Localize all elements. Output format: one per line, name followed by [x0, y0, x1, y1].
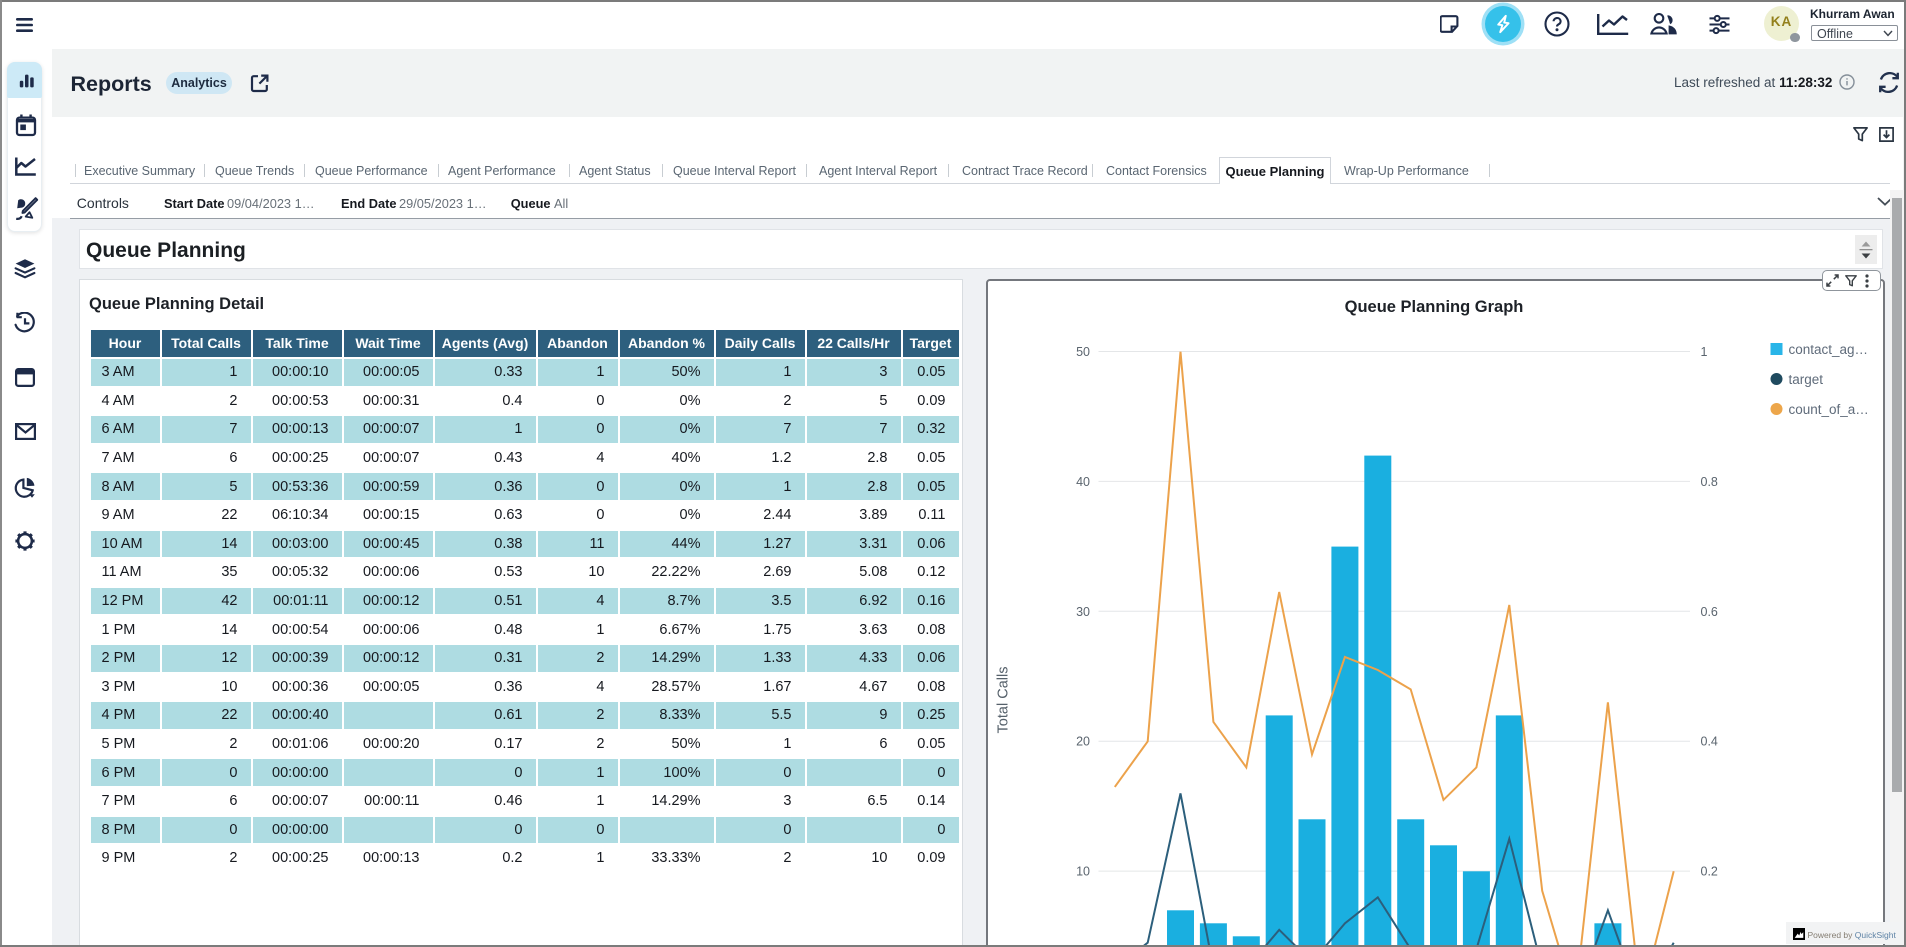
svg-text:10: 10 — [1076, 865, 1090, 879]
svg-text:40: 40 — [1076, 475, 1090, 489]
svg-text:Total Calls: Total Calls — [995, 667, 1011, 734]
svg-text:20: 20 — [1076, 735, 1090, 749]
svg-text:count_of_a…: count_of_a… — [1788, 402, 1868, 417]
svg-text:0.2: 0.2 — [1700, 865, 1717, 879]
svg-text:Queue Planning Graph: Queue Planning Graph — [1344, 298, 1523, 316]
svg-text:1: 1 — [1700, 345, 1707, 359]
svg-text:0.4: 0.4 — [1700, 735, 1717, 749]
svg-text:50: 50 — [1076, 345, 1090, 359]
svg-text:contact_ag…: contact_ag… — [1788, 342, 1868, 357]
svg-text:target: target — [1788, 372, 1823, 387]
svg-text:0.8: 0.8 — [1700, 475, 1717, 489]
svg-text:30: 30 — [1076, 605, 1090, 619]
svg-text:0.6: 0.6 — [1700, 605, 1717, 619]
